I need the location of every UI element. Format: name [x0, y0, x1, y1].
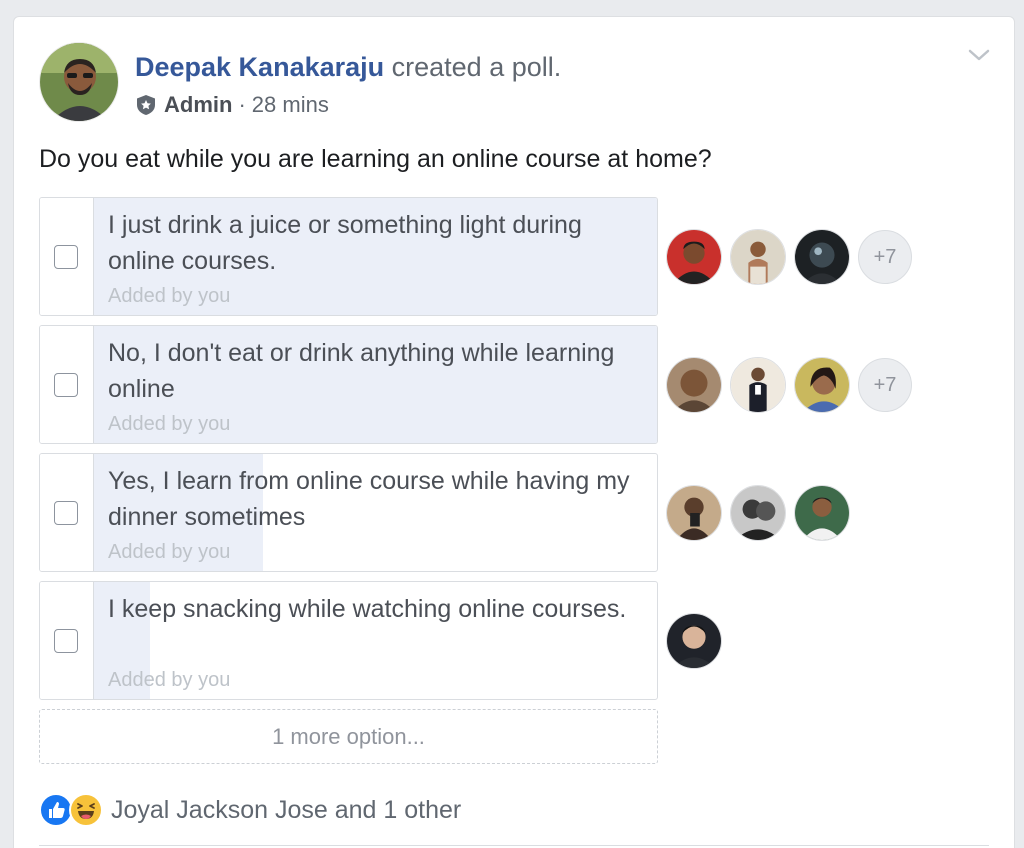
added-by-label: Added by you: [108, 669, 231, 691]
voter-avatar[interactable]: [730, 357, 786, 413]
like-icon: [39, 793, 73, 827]
post-meta: Admin · 28 mins: [135, 91, 329, 119]
voters-option-3: [666, 483, 858, 543]
admin-shield-icon: [135, 94, 157, 116]
reactions-text[interactable]: Joyal Jackson Jose and 1 other: [111, 796, 461, 825]
poll-option-checkbox-cell: [40, 454, 94, 571]
poll-option-checkbox[interactable]: [54, 373, 78, 397]
voters-option-2: +7: [666, 355, 912, 415]
poll-post-card: Deepak Kanakaraju created a poll. Admin …: [13, 16, 1015, 848]
voter-avatar[interactable]: [794, 229, 850, 285]
poll-option-checkbox[interactable]: [54, 629, 78, 653]
poll-option-text: Yes, I learn from online course while ha…: [108, 467, 630, 531]
poll-option-text: I keep snacking while watching online co…: [108, 595, 627, 623]
voter-avatar[interactable]: [794, 357, 850, 413]
poll-question: Do you eat while you are learning an onl…: [39, 145, 712, 173]
role-badge: Admin: [164, 92, 233, 117]
voters-option-4: [666, 611, 730, 671]
poll-option-checkbox-cell: [40, 198, 94, 315]
added-by-label: Added by you: [108, 541, 231, 563]
poll-option-3[interactable]: Yes, I learn from online course while ha…: [39, 453, 658, 572]
meta-separator: ·: [238, 92, 246, 117]
post-headline: Deepak Kanakaraju created a poll.: [135, 50, 561, 84]
post-divider: [39, 845, 989, 846]
voter-avatar[interactable]: [794, 485, 850, 541]
author-name-link[interactable]: Deepak Kanakaraju: [135, 52, 384, 82]
poll-option-checkbox[interactable]: [54, 245, 78, 269]
poll-option-checkbox-cell: [40, 582, 94, 699]
voters-option-1: +7: [666, 227, 912, 287]
poll-option-text: No, I don't eat or drink anything while …: [108, 339, 615, 403]
poll-option-4[interactable]: I keep snacking while watching online co…: [39, 581, 658, 700]
haha-icon: [69, 793, 103, 827]
voter-avatar[interactable]: [666, 229, 722, 285]
voter-avatar[interactable]: [666, 485, 722, 541]
poll-option-2[interactable]: No, I don't eat or drink anything while …: [39, 325, 658, 444]
author-avatar[interactable]: [39, 42, 119, 122]
more-voters-badge[interactable]: +7: [858, 358, 912, 412]
post-timestamp[interactable]: 28 mins: [252, 91, 329, 119]
voter-avatar[interactable]: [730, 485, 786, 541]
reactions-summary[interactable]: Joyal Jackson Jose and 1 other: [39, 792, 461, 828]
post-action-text: created a poll.: [384, 52, 562, 82]
poll-option-1[interactable]: I just drink a juice or something light …: [39, 197, 658, 316]
post-options-chevron-icon[interactable]: [966, 45, 992, 65]
voter-avatar[interactable]: [666, 613, 722, 669]
poll-option-text: I just drink a juice or something light …: [108, 211, 582, 275]
voter-avatar[interactable]: [730, 229, 786, 285]
more-voters-badge[interactable]: +7: [858, 230, 912, 284]
more-options-button[interactable]: 1 more option...: [39, 709, 658, 764]
added-by-label: Added by you: [108, 285, 231, 307]
voter-avatar[interactable]: [666, 357, 722, 413]
added-by-label: Added by you: [108, 413, 231, 435]
poll-option-checkbox[interactable]: [54, 501, 78, 525]
poll-option-checkbox-cell: [40, 326, 94, 443]
